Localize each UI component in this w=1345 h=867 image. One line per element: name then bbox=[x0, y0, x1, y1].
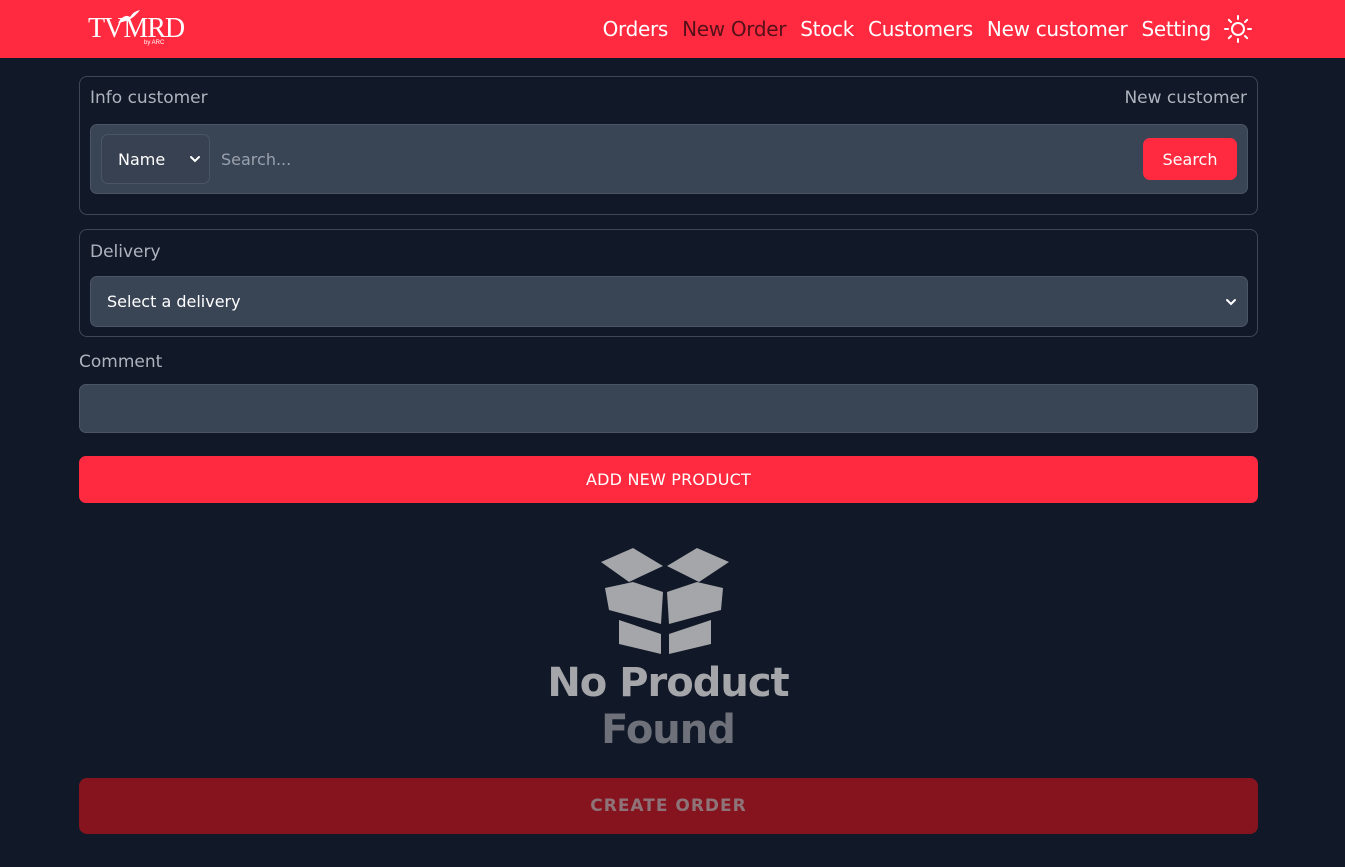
main-nav: Orders New Order Stock Customers New cus… bbox=[603, 14, 1212, 44]
logo-subtitle: by ARC bbox=[144, 40, 165, 46]
empty-state-title: No Product bbox=[547, 660, 789, 706]
brand-logo[interactable]: TVMRD by ARC bbox=[88, 9, 185, 49]
customer-search-input[interactable] bbox=[221, 145, 1081, 173]
nav-new-customer[interactable]: New customer bbox=[987, 14, 1128, 44]
delivery-title: Delivery bbox=[90, 242, 161, 262]
open-box-icon bbox=[601, 548, 729, 654]
nav-orders[interactable]: Orders bbox=[603, 14, 669, 44]
nav-stock[interactable]: Stock bbox=[800, 14, 854, 44]
delivery-select[interactable]: Select a delivery bbox=[90, 276, 1248, 327]
search-filter-select[interactable]: Name bbox=[101, 134, 210, 184]
customer-search-bar: Name Search bbox=[90, 124, 1248, 194]
nav-new-order[interactable]: New Order bbox=[682, 14, 786, 44]
delivery-select-value: Select a delivery bbox=[107, 292, 241, 311]
comment-input[interactable] bbox=[79, 384, 1258, 433]
nav-setting[interactable]: Setting bbox=[1141, 14, 1211, 44]
chevron-down-icon bbox=[190, 156, 200, 163]
info-customer-title: Info customer bbox=[90, 88, 208, 108]
sun-icon[interactable] bbox=[1223, 14, 1253, 44]
search-button[interactable]: Search bbox=[1143, 138, 1237, 180]
add-new-product-button[interactable]: ADD NEW PRODUCT bbox=[79, 456, 1258, 503]
create-order-button[interactable]: CREATE ORDER bbox=[79, 778, 1258, 834]
bird-icon bbox=[118, 10, 140, 23]
comment-label: Comment bbox=[79, 352, 163, 372]
search-filter-value: Name bbox=[118, 149, 166, 169]
info-customer-card: Info customer New customer Name Search bbox=[79, 76, 1258, 215]
delivery-card: Delivery Select a delivery bbox=[79, 229, 1258, 337]
chevron-down-icon bbox=[1226, 299, 1236, 306]
nav-customers[interactable]: Customers bbox=[868, 14, 973, 44]
new-customer-link[interactable]: New customer bbox=[1124, 88, 1247, 108]
top-navbar: TVMRD by ARC Orders New Order Stock Cust… bbox=[0, 0, 1345, 58]
empty-state-subtitle: Found bbox=[601, 707, 736, 753]
